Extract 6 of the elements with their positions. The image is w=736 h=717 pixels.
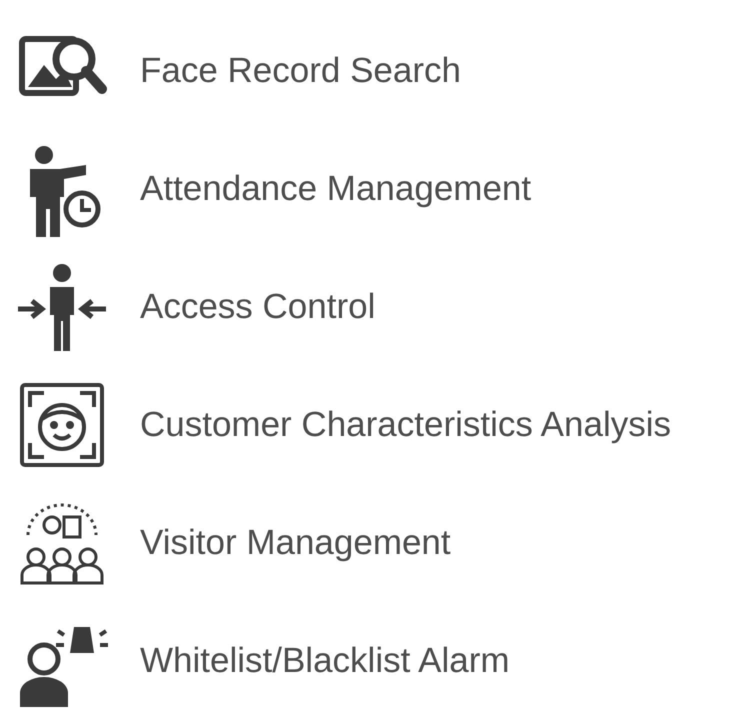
feature-label: Whitelist/Blacklist Alarm	[140, 641, 510, 681]
feature-label: Face Record Search	[140, 51, 461, 91]
feature-label: Visitor Management	[140, 523, 451, 563]
feature-label: Attendance Management	[140, 169, 532, 209]
feature-label: Access Control	[140, 287, 376, 327]
feature-label: Customer Characteristics Analysis	[140, 405, 671, 445]
